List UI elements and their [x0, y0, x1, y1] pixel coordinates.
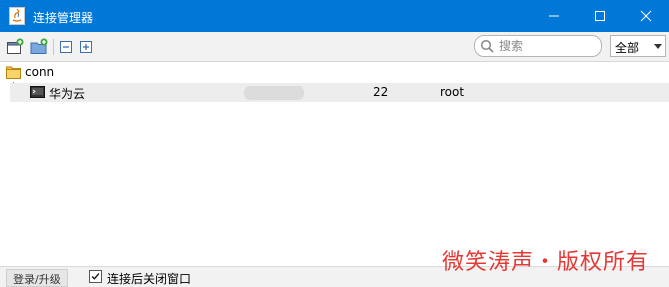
filter-selected-value: 全部: [615, 41, 640, 55]
minimize-button[interactable]: [531, 0, 577, 32]
chevron-down-icon: [654, 44, 662, 49]
maximize-button[interactable]: [577, 0, 623, 32]
filter-dropdown[interactable]: 全部: [610, 35, 666, 57]
watermark-text: 微笑涛声・版权所有: [442, 250, 650, 275]
close-after-connect-label: 连接后关闭窗口: [107, 272, 192, 286]
close-after-connect-checkbox[interactable]: [89, 270, 102, 283]
connection-tree: conn 华为云 22 root: [0, 62, 669, 266]
new-connection-icon[interactable]: [6, 38, 24, 56]
connection-host-redacted: [244, 86, 304, 100]
search-box[interactable]: [474, 35, 602, 57]
folder-label: conn: [25, 65, 55, 79]
toolbar-separator: [53, 39, 54, 55]
window-title: 连接管理器: [33, 11, 94, 25]
new-folder-icon[interactable]: [30, 38, 48, 56]
collapse-all-icon[interactable]: [58, 38, 76, 56]
connection-row[interactable]: 华为云 22 root: [10, 83, 669, 102]
login-upgrade-button[interactable]: 登录/升级: [6, 269, 68, 287]
connection-name: 华为云: [49, 87, 86, 101]
connection-port: 22: [373, 85, 389, 99]
search-input[interactable]: [499, 38, 595, 54]
close-button[interactable]: [623, 0, 669, 32]
maximize-icon: [595, 11, 605, 21]
title-bar: 连接管理器: [0, 0, 669, 32]
close-icon: [640, 10, 652, 22]
minimize-icon: [549, 15, 559, 17]
connection-user: root: [440, 85, 465, 99]
search-icon: [480, 39, 494, 53]
folder-icon: [6, 66, 21, 79]
tree-folder-node[interactable]: conn: [0, 62, 669, 82]
terminal-icon: [30, 86, 45, 98]
java-app-icon: [9, 7, 25, 25]
expand-all-icon[interactable]: [78, 38, 96, 56]
